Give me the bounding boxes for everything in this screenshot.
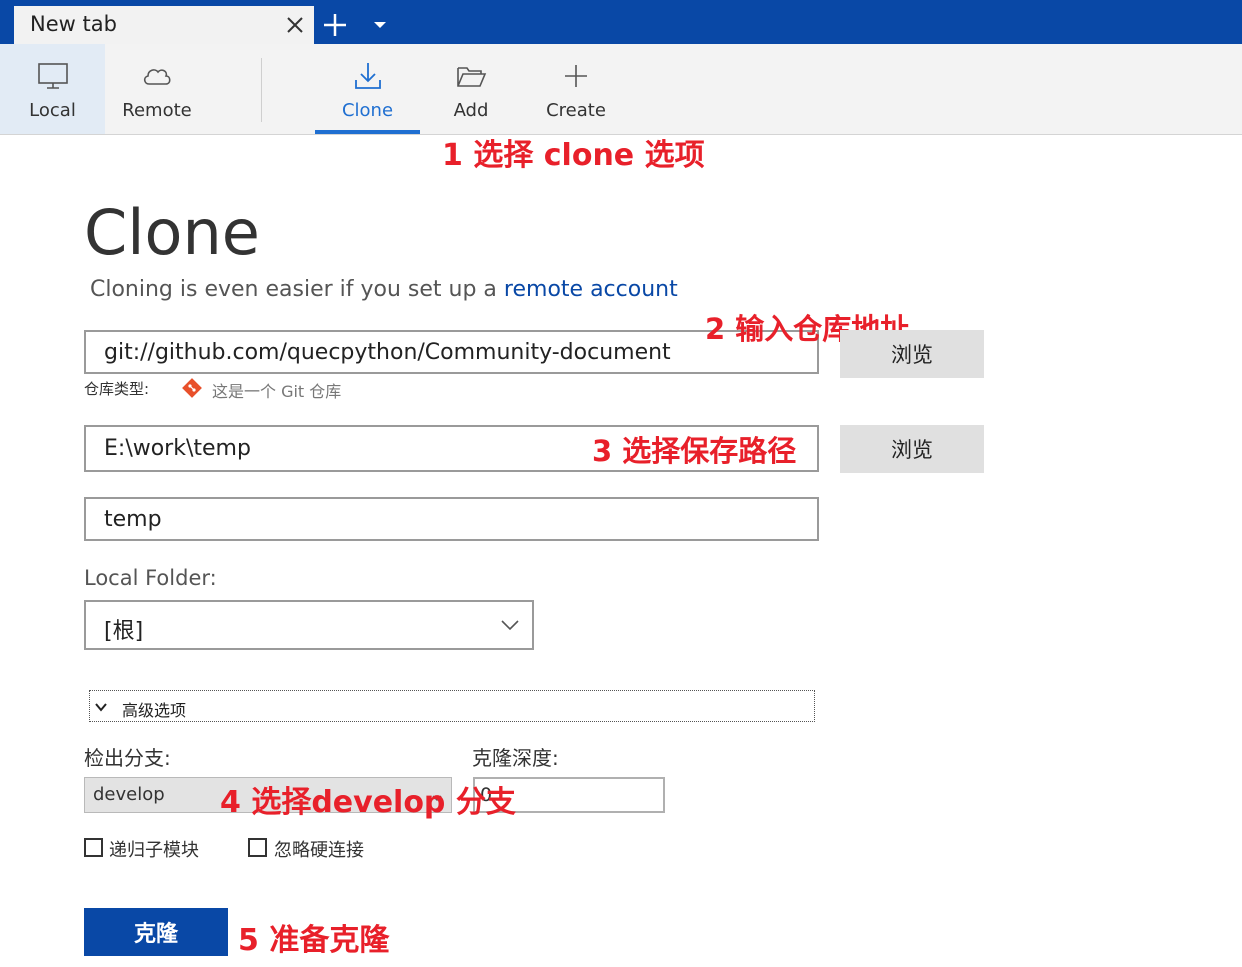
folder-open-icon bbox=[454, 60, 488, 92]
tab-new-tab[interactable]: New tab bbox=[14, 6, 314, 44]
toolbar: Local Remote Clone Add Create bbox=[0, 44, 1242, 135]
annotation-step-1: 1 选择 clone 选项 bbox=[442, 138, 705, 173]
toolbar-clone-label: Clone bbox=[341, 100, 394, 121]
chevron-down-icon bbox=[94, 699, 108, 713]
remote-account-link[interactable]: remote account bbox=[504, 277, 678, 302]
browse-repo-button[interactable]: 浏览 bbox=[840, 330, 984, 378]
local-folder-select[interactable]: [根] bbox=[84, 600, 534, 650]
toolbar-local-label: Local bbox=[29, 100, 76, 121]
chevron-down-icon bbox=[500, 616, 520, 634]
monitor-icon bbox=[36, 60, 70, 92]
depth-label: 克隆深度: bbox=[472, 746, 559, 770]
tab-title: New tab bbox=[30, 12, 117, 36]
clone-button[interactable]: 克隆 bbox=[84, 908, 228, 956]
repo-type-label: 仓库类型: bbox=[84, 380, 150, 398]
caret-down-icon[interactable] bbox=[370, 16, 390, 34]
branch-value: develop bbox=[93, 784, 165, 805]
toolbar-add-label: Add bbox=[453, 100, 489, 121]
plus-icon[interactable] bbox=[322, 12, 348, 38]
repo-type-value: 这是一个 Git 仓库 bbox=[212, 382, 342, 401]
close-icon[interactable] bbox=[284, 14, 306, 36]
toolbar-local-button[interactable]: Local bbox=[0, 44, 105, 134]
toolbar-divider bbox=[261, 58, 262, 122]
plus-icon bbox=[559, 60, 593, 92]
title-bar: New tab bbox=[0, 0, 1242, 44]
advanced-options-label: 高级选项 bbox=[122, 701, 187, 720]
toolbar-clone-button[interactable]: Clone bbox=[315, 44, 420, 134]
download-icon bbox=[351, 60, 385, 92]
recursive-submodules-checkbox[interactable] bbox=[84, 838, 103, 857]
name-field[interactable] bbox=[84, 497, 819, 541]
cloud-icon bbox=[140, 60, 174, 92]
annotation-step-3: 3 选择保存路径 bbox=[592, 434, 797, 468]
local-folder-label: Local Folder: bbox=[84, 566, 217, 590]
branch-label: 检出分支: bbox=[84, 746, 171, 770]
subtitle-text: Cloning is even easier if you set up a bbox=[90, 277, 504, 302]
page-title: Clone bbox=[84, 196, 260, 269]
recursive-submodules-label: 递归子模块 bbox=[109, 840, 199, 861]
toolbar-remote-label: Remote bbox=[122, 100, 192, 121]
selected-tab-indicator bbox=[315, 130, 420, 134]
name-input[interactable] bbox=[86, 499, 817, 539]
git-icon bbox=[181, 377, 203, 399]
ignore-hardlinks-label: 忽略硬连接 bbox=[274, 840, 364, 861]
annotation-step-4: 4 选择develop 分支 bbox=[220, 785, 516, 820]
page-subtitle: Cloning is even easier if you set up a r… bbox=[90, 277, 678, 302]
browse-dest-button[interactable]: 浏览 bbox=[840, 425, 984, 473]
ignore-hardlinks-checkbox[interactable] bbox=[248, 838, 267, 857]
toolbar-create-label: Create bbox=[546, 100, 606, 121]
advanced-options-toggle[interactable]: 高级选项 bbox=[89, 690, 815, 722]
annotation-step-5: 5 准备克隆 bbox=[238, 923, 390, 958]
toolbar-create-button[interactable]: Create bbox=[522, 44, 630, 134]
toolbar-remote-button[interactable]: Remote bbox=[105, 44, 209, 134]
local-folder-value: [根] bbox=[104, 619, 144, 644]
toolbar-add-button[interactable]: Add bbox=[420, 44, 522, 134]
